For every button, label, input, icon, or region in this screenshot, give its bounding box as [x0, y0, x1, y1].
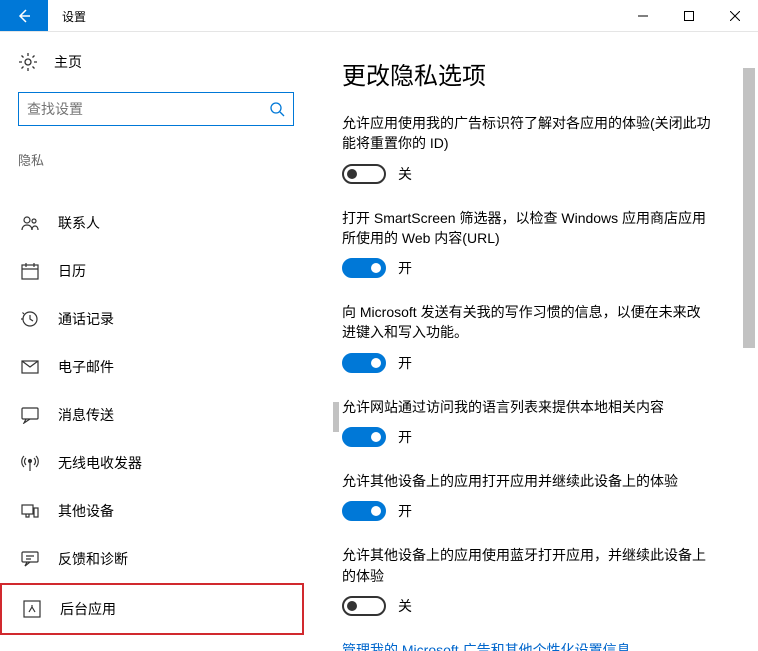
- sidebar-item-label: 其他设备: [58, 501, 114, 521]
- gear-icon: [18, 52, 38, 72]
- toggle-switch[interactable]: [342, 427, 386, 447]
- sidebar-item-email[interactable]: 电子邮件: [18, 343, 294, 391]
- toggle-state-label: 开: [398, 427, 412, 447]
- setting-3: 允许网站通过访问我的语言列表来提供本地相关内容开: [342, 397, 712, 447]
- search-icon: [269, 101, 285, 117]
- calendar-icon: [21, 262, 39, 280]
- sidebar-item-messaging[interactable]: 消息传送: [18, 391, 294, 439]
- setting-desc: 允许网站通过访问我的语言列表来提供本地相关内容: [342, 397, 712, 417]
- arrow-left-icon: [16, 8, 32, 24]
- setting-2: 向 Microsoft 发送有关我的写作习惯的信息，以便在未来改进键入和写入功能…: [342, 302, 712, 373]
- people-icon: [21, 214, 39, 232]
- sidebar-item-label: 无线电收发器: [58, 453, 142, 473]
- nav-list: 联系人 日历 通话记录 电子邮件 消息传送 无线电收发器: [18, 199, 294, 635]
- maximize-button[interactable]: [666, 0, 712, 31]
- setting-5: 允许其他设备上的应用使用蓝牙打开应用，并继续此设备上的体验关: [342, 545, 712, 616]
- titlebar: 设置: [0, 0, 758, 32]
- sidebar-item-backgroundapps[interactable]: 后台应用: [0, 583, 304, 635]
- setting-0: 允许应用使用我的广告标识符了解对各应用的体验(关闭此功能将重置你的 ID) 关: [342, 113, 712, 184]
- content-pane: 更改隐私选项 允许应用使用我的广告标识符了解对各应用的体验(关闭此功能将重置你的…: [312, 32, 758, 651]
- sidebar: 主页 隐私 联系人 日历 通话记录 电子邮件: [0, 32, 312, 651]
- home-label: 主页: [54, 52, 82, 72]
- toggle-state-label: 关: [398, 596, 412, 616]
- sidebar-item-radios[interactable]: 无线电收发器: [18, 439, 294, 487]
- toggle-state-label: 开: [398, 501, 412, 521]
- sidebar-item-calendar[interactable]: 日历: [18, 247, 294, 295]
- minimize-icon: [638, 11, 648, 21]
- toggle-state-label: 开: [398, 353, 412, 373]
- sidebar-item-callhistory[interactable]: 通话记录: [18, 295, 294, 343]
- toggle-state-label: 关: [398, 164, 412, 184]
- section-label: 隐私: [18, 150, 294, 169]
- setting-desc: 允许其他设备上的应用打开应用并继续此设备上的体验: [342, 471, 712, 491]
- search-box[interactable]: [18, 92, 294, 126]
- setting-desc: 允许应用使用我的广告标识符了解对各应用的体验(关闭此功能将重置你的 ID): [342, 113, 712, 154]
- toggle-switch[interactable]: [342, 501, 386, 521]
- apps-icon: [23, 600, 41, 618]
- feedback-icon: [21, 550, 39, 568]
- window-title: 设置: [48, 0, 100, 31]
- close-button[interactable]: [712, 0, 758, 31]
- sidebar-item-contacts[interactable]: 联系人: [18, 199, 294, 247]
- scrollbar-thumb[interactable]: [743, 68, 755, 348]
- sidebar-item-feedback[interactable]: 反馈和诊断: [18, 535, 294, 583]
- sidebar-item-label: 消息传送: [58, 405, 114, 425]
- sidebar-item-label: 通话记录: [58, 309, 114, 329]
- history-icon: [21, 310, 39, 328]
- maximize-icon: [684, 11, 694, 21]
- window-controls: [620, 0, 758, 31]
- toggle-state-label: 开: [398, 258, 412, 278]
- toggle-switch[interactable]: [342, 596, 386, 616]
- page-heading: 更改隐私选项: [342, 56, 748, 91]
- setting-4: 允许其他设备上的应用打开应用并继续此设备上的体验开: [342, 471, 712, 521]
- close-icon: [730, 11, 740, 21]
- setting-1: 打开 SmartScreen 筛选器，以检查 Windows 应用商店应用所使用…: [342, 208, 712, 279]
- sidebar-item-label: 电子邮件: [58, 357, 114, 377]
- setting-desc: 向 Microsoft 发送有关我的写作习惯的信息，以便在未来改进键入和写入功能…: [342, 302, 712, 343]
- home-link[interactable]: 主页: [18, 52, 294, 72]
- manage-ads-link-row: 管理我的 Microsoft 广告和其他个性化设置信息: [342, 640, 748, 651]
- chat-icon: [21, 406, 39, 424]
- sidebar-item-label: 日历: [58, 261, 86, 281]
- toggle-switch[interactable]: [342, 353, 386, 373]
- search-input[interactable]: [27, 101, 269, 117]
- setting-desc: 打开 SmartScreen 筛选器，以检查 Windows 应用商店应用所使用…: [342, 208, 712, 249]
- antenna-icon: [21, 454, 39, 472]
- toggle-switch[interactable]: [342, 258, 386, 278]
- devices-icon: [21, 502, 39, 520]
- sidebar-item-otherdevices[interactable]: 其他设备: [18, 487, 294, 535]
- minimize-button[interactable]: [620, 0, 666, 31]
- toggle-switch[interactable]: [342, 164, 386, 184]
- back-button[interactable]: [0, 0, 48, 31]
- manage-ads-link[interactable]: 管理我的 Microsoft 广告和其他个性化设置信息: [342, 642, 631, 651]
- setting-desc: 允许其他设备上的应用使用蓝牙打开应用，并继续此设备上的体验: [342, 545, 712, 586]
- sidebar-item-label: 反馈和诊断: [58, 549, 128, 569]
- sidebar-item-label: 后台应用: [60, 599, 116, 619]
- mail-icon: [21, 358, 39, 376]
- vertical-scrollbar[interactable]: [741, 64, 757, 651]
- sidebar-item-label: 联系人: [58, 213, 100, 233]
